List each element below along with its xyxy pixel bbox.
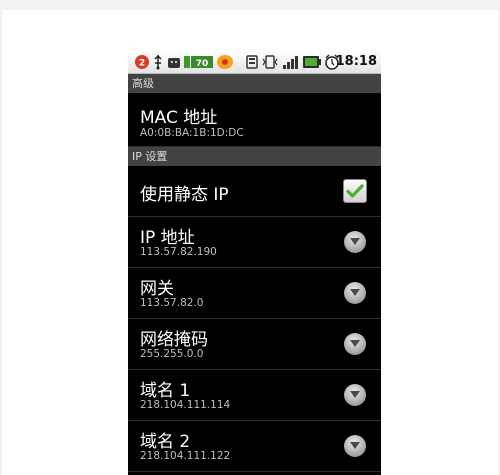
gateway-value: 113.57.82.0 <box>140 297 204 309</box>
dns2-title: 域名 2 <box>140 432 191 452</box>
status-bar: 2 70 18:18 <box>128 51 381 74</box>
browser-icon <box>216 53 234 71</box>
mac-address-value: A0:0B:BA:1B:1D:DC <box>140 127 244 139</box>
netmask-title: 网络掩码 <box>140 330 208 350</box>
gateway-item[interactable]: 网关 113.57.82.0 <box>128 268 381 319</box>
ip-address-title: IP 地址 <box>140 228 195 248</box>
signal-tower-icon <box>245 53 259 71</box>
dns2-value: 218.104.111.122 <box>140 450 231 462</box>
dropdown-arrow-icon[interactable] <box>344 333 366 355</box>
android-icon <box>166 53 182 71</box>
green-battery-icon <box>302 53 322 71</box>
dropdown-arrow-icon[interactable] <box>344 384 366 406</box>
netmask-value: 255.255.0.0 <box>140 348 204 360</box>
static-ip-item[interactable]: 使用静态 IP <box>128 166 381 217</box>
advanced-header-label: 高级 <box>132 77 154 90</box>
dns2-item[interactable]: 域名 2 218.104.111.122 <box>128 421 381 472</box>
battery-text: 70 <box>196 59 209 69</box>
ip-address-value: 113.57.82.190 <box>140 246 217 258</box>
ip-settings-label: IP 设置 <box>132 150 168 163</box>
ip-address-item[interactable]: IP 地址 113.57.82.190 <box>128 217 381 268</box>
advanced-header: 高级 <box>128 74 381 93</box>
signal-bars-icon <box>281 53 299 71</box>
gateway-title: 网关 <box>140 279 174 299</box>
vibrate-icon <box>262 53 278 71</box>
notification-badge-icon[interactable]: 2 <box>134 53 150 71</box>
dns1-title: 域名 1 <box>140 381 191 401</box>
dns1-value: 218.104.111.114 <box>140 399 231 411</box>
ip-settings-section: IP 设置 <box>128 147 381 166</box>
dropdown-arrow-icon[interactable] <box>344 231 366 253</box>
netmask-item[interactable]: 网络掩码 255.255.0.0 <box>128 319 381 370</box>
mac-address-title: MAC 地址 <box>140 108 218 128</box>
static-ip-checkbox[interactable] <box>343 179 367 203</box>
phone-screen: 2 70 18:18 高级 MAC 地址 A0:0B:BA:1B:1D:DC I… <box>128 51 381 475</box>
checkmark-icon <box>346 184 364 198</box>
usb-icon <box>152 53 164 71</box>
notification-count: 2 <box>139 59 145 69</box>
status-time: 18:18 <box>335 54 377 69</box>
mac-address-item: MAC 地址 A0:0B:BA:1B:1D:DC <box>128 93 381 147</box>
dropdown-arrow-icon[interactable] <box>344 282 366 304</box>
dns1-item[interactable]: 域名 1 218.104.111.114 <box>128 370 381 421</box>
dropdown-arrow-icon[interactable] <box>344 435 366 457</box>
static-ip-title: 使用静态 IP <box>140 185 229 205</box>
battery-icon: 70 <box>184 53 214 71</box>
